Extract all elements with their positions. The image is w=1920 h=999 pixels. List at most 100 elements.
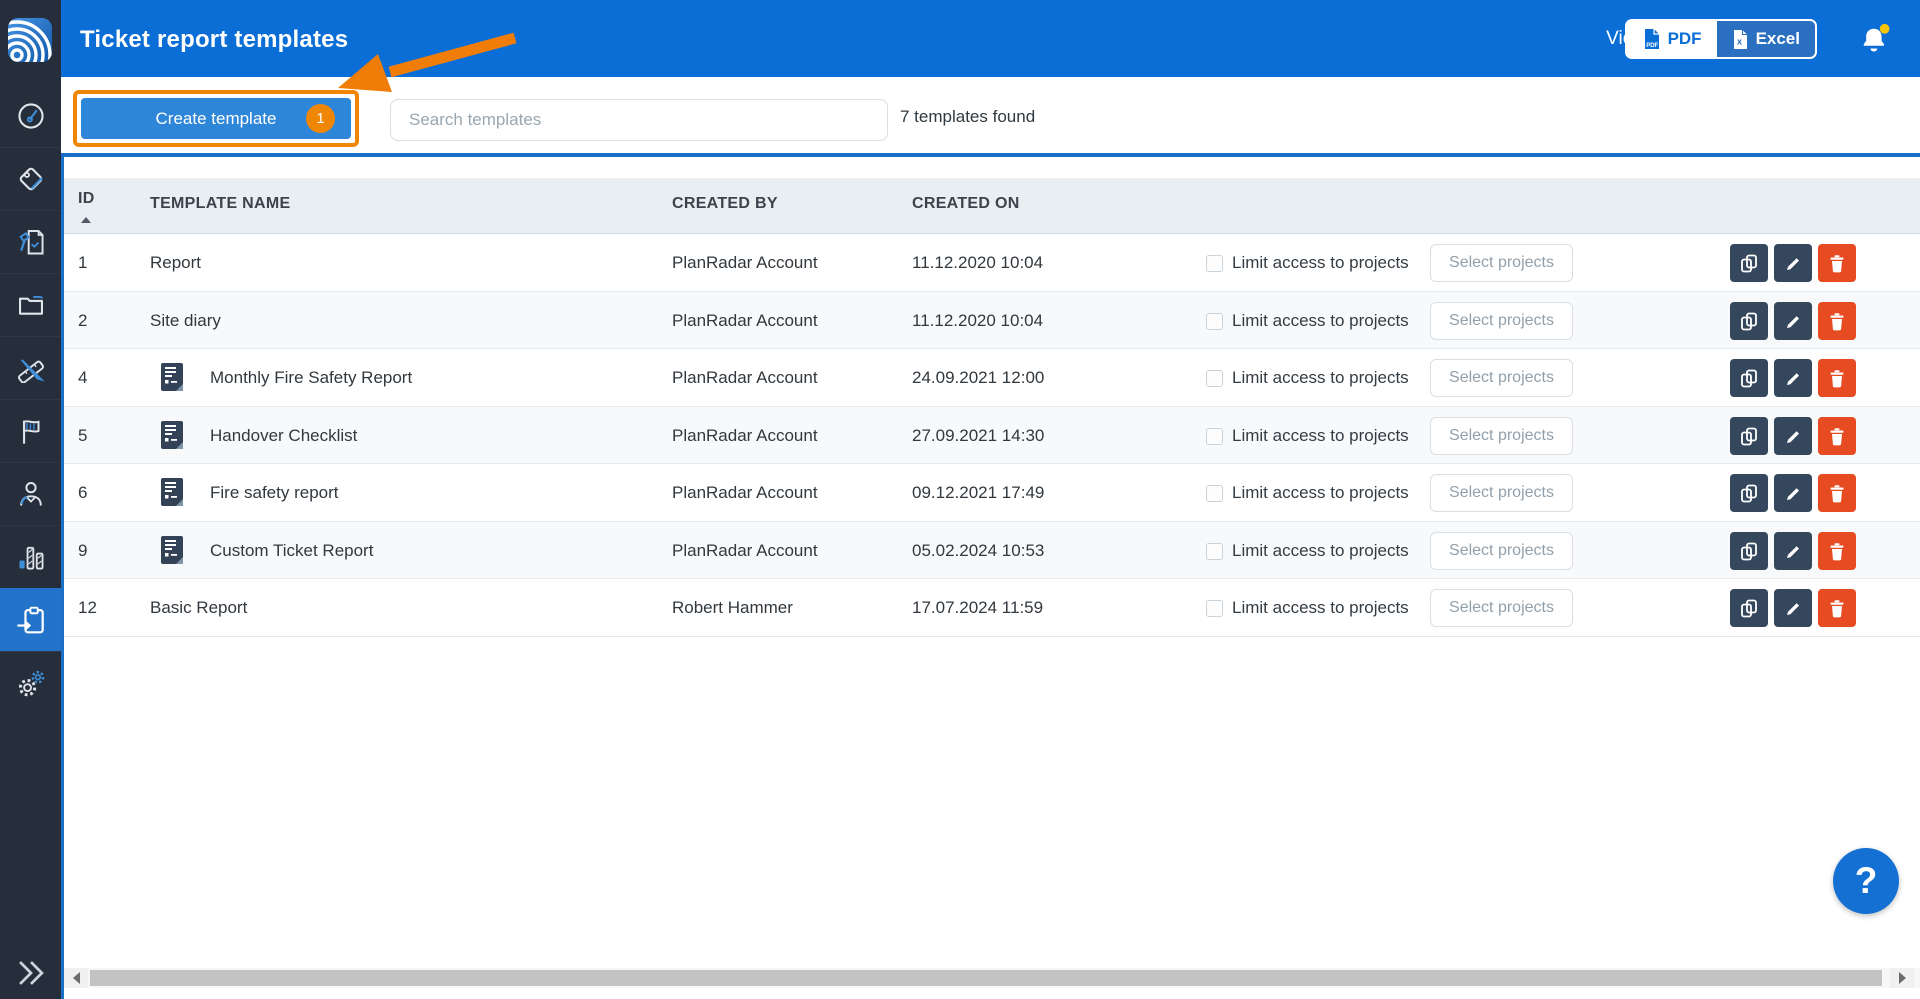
- delete-button[interactable]: [1818, 417, 1856, 455]
- table-body: 1 Report PlanRadar Account 11.12.2020 10…: [64, 234, 1920, 637]
- copy-button[interactable]: [1730, 359, 1768, 397]
- copy-button[interactable]: [1730, 244, 1768, 282]
- limit-access-checkbox[interactable]: [1206, 370, 1223, 387]
- limit-access-checkbox[interactable]: [1206, 428, 1223, 445]
- scroll-left-arrow-icon: [73, 972, 80, 984]
- planradar-logo[interactable]: [8, 18, 52, 62]
- help-button[interactable]: ?: [1833, 848, 1899, 914]
- select-projects-button[interactable]: Select projects: [1430, 302, 1573, 340]
- created-by: Robert Hammer: [672, 579, 793, 637]
- row-id: 5: [78, 407, 87, 465]
- created-on: 11.12.2020 10:04: [912, 292, 1043, 350]
- copy-button[interactable]: [1730, 417, 1768, 455]
- delete-button[interactable]: [1818, 359, 1856, 397]
- report-template-icon: [160, 420, 186, 451]
- limit-access-checkbox[interactable]: [1206, 313, 1223, 330]
- create-template-button[interactable]: Create template 1: [81, 98, 351, 139]
- table-header: ID TEMPLATE NAME CREATED BY CREATED ON: [64, 178, 1920, 234]
- limit-access-checkbox[interactable]: [1206, 485, 1223, 502]
- created-by: PlanRadar Account: [672, 349, 818, 407]
- template-name: Site diary: [150, 292, 221, 350]
- edit-button[interactable]: [1774, 359, 1812, 397]
- select-projects-button[interactable]: Select projects: [1430, 359, 1573, 397]
- table-row: 1 Report PlanRadar Account 11.12.2020 10…: [64, 234, 1920, 292]
- horizontal-scrollbar[interactable]: [64, 968, 1920, 988]
- limit-access-label: Limit access to projects: [1232, 234, 1409, 292]
- delete-button[interactable]: [1818, 302, 1856, 340]
- limit-access-checkbox[interactable]: [1206, 600, 1223, 617]
- sidebar-item-dashboard[interactable]: [0, 84, 61, 147]
- select-projects-button[interactable]: Select projects: [1430, 244, 1573, 282]
- create-template-badge: 1: [306, 104, 335, 133]
- delete-button[interactable]: [1818, 474, 1856, 512]
- row-id: 12: [78, 579, 97, 637]
- created-on: 17.07.2024 11:59: [912, 579, 1043, 637]
- column-header-id[interactable]: ID: [78, 190, 95, 208]
- copy-button[interactable]: [1730, 532, 1768, 570]
- report-template-icon: [160, 362, 186, 393]
- delete-button[interactable]: [1818, 532, 1856, 570]
- template-name: Custom Ticket Report: [210, 522, 373, 580]
- edit-button[interactable]: [1774, 532, 1812, 570]
- created-on: 09.12.2021 17:49: [912, 464, 1044, 522]
- copy-button[interactable]: [1730, 474, 1768, 512]
- created-on: 24.09.2021 12:00: [912, 349, 1044, 407]
- sidebar-item-projects[interactable]: [0, 273, 61, 336]
- row-id: 1: [78, 234, 87, 292]
- pdf-toggle-button[interactable]: PDF PDF: [1627, 21, 1717, 57]
- limit-access-checkbox[interactable]: [1206, 255, 1223, 272]
- select-projects-button[interactable]: Select projects: [1430, 417, 1573, 455]
- created-on: 05.02.2024 10:53: [912, 522, 1044, 580]
- sidebar-item-approvals[interactable]: [0, 210, 61, 273]
- edit-button[interactable]: [1774, 302, 1812, 340]
- sidebar-item-ticket-reports[interactable]: [0, 588, 61, 651]
- contacts-person-icon: [16, 479, 46, 509]
- delete-button[interactable]: [1818, 244, 1856, 282]
- created-on: 27.09.2021 14:30: [912, 407, 1044, 465]
- column-header-created-by[interactable]: CREATED BY: [672, 195, 778, 213]
- row-id: 2: [78, 292, 87, 350]
- template-name: Handover Checklist: [210, 407, 357, 465]
- scrollbar-thumb[interactable]: [90, 970, 1882, 986]
- column-header-created-on[interactable]: CREATED ON: [912, 195, 1020, 213]
- scroll-right-button[interactable]: [1890, 968, 1914, 988]
- template-name: Report: [150, 234, 201, 292]
- sidebar-item-tickets[interactable]: [0, 147, 61, 210]
- excel-toggle-button[interactable]: x Excel: [1717, 21, 1815, 57]
- view-format-toggle: PDF PDF x Excel: [1625, 19, 1817, 59]
- select-projects-button[interactable]: Select projects: [1430, 474, 1573, 512]
- edit-button[interactable]: [1774, 417, 1812, 455]
- row-actions: [1730, 417, 1856, 455]
- sidebar-item-contacts[interactable]: [0, 462, 61, 525]
- notifications-button[interactable]: [1858, 22, 1892, 56]
- created-by: PlanRadar Account: [672, 522, 818, 580]
- row-actions: [1730, 532, 1856, 570]
- select-projects-button[interactable]: Select projects: [1430, 589, 1573, 627]
- tag-icon: [16, 164, 46, 194]
- search-input[interactable]: [390, 99, 888, 141]
- copy-button[interactable]: [1730, 302, 1768, 340]
- top-header-bar: Ticket report templates View PDF PDF: [61, 0, 1920, 77]
- sidebar-collapse-button[interactable]: [0, 950, 61, 996]
- created-on: 11.12.2020 10:04: [912, 234, 1043, 292]
- limit-access-checkbox[interactable]: [1206, 543, 1223, 560]
- table-row: 5 Handover Checklist PlanRadar Account 2…: [64, 407, 1920, 465]
- table-row: 9 Custom Ticket Report PlanRadar Account…: [64, 522, 1920, 580]
- delete-button[interactable]: [1818, 589, 1856, 627]
- edit-button[interactable]: [1774, 589, 1812, 627]
- double-chevron-right-icon: [14, 958, 48, 988]
- sidebar-item-tasks[interactable]: [0, 399, 61, 462]
- column-header-template-name[interactable]: TEMPLATE NAME: [150, 195, 291, 213]
- select-projects-button[interactable]: Select projects: [1430, 532, 1573, 570]
- edit-button[interactable]: [1774, 244, 1812, 282]
- sidebar-item-plans[interactable]: [0, 336, 61, 399]
- sidebar-item-settings[interactable]: [0, 651, 61, 714]
- scroll-left-button[interactable]: [64, 968, 88, 988]
- copy-button[interactable]: [1730, 589, 1768, 627]
- sidebar-item-statistics[interactable]: [0, 525, 61, 588]
- excel-file-icon: x: [1732, 29, 1749, 50]
- svg-text:PDF: PDF: [1646, 43, 1658, 49]
- limit-access-label: Limit access to projects: [1232, 522, 1409, 580]
- edit-button[interactable]: [1774, 474, 1812, 512]
- limit-access-label: Limit access to projects: [1232, 292, 1409, 350]
